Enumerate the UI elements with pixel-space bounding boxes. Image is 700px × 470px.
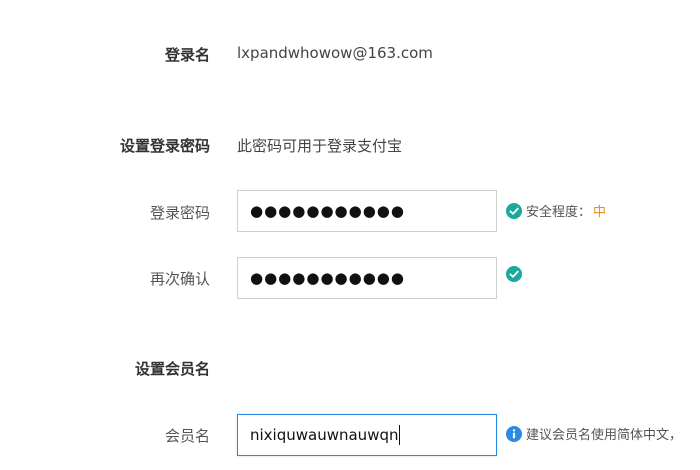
confirm-password-masked-value: ●●●●●●●●●●● — [250, 269, 405, 287]
password-input[interactable]: ●●●●●●●●●●● — [237, 190, 497, 232]
member-section-title: 设置会员名 — [134, 360, 210, 378]
confirm-password-label: 再次确认 — [149, 270, 210, 288]
login-name-label: 登录名 — [164, 46, 210, 64]
confirm-password-input[interactable]: ●●●●●●●●●●● — [237, 257, 497, 299]
info-icon — [506, 425, 522, 442]
member-name-input[interactable]: nixiquwauwnauwqn — [237, 414, 497, 456]
member-name-value: nixiquwauwnauwqn — [250, 426, 399, 444]
member-name-label: 会员名 — [164, 427, 210, 445]
member-name-hint: 建议会员名使用简体中文， — [506, 424, 682, 443]
password-masked-value: ●●●●●●●●●●● — [250, 202, 405, 220]
password-strength-hint: 安全程度： 中 — [506, 201, 606, 220]
security-level: 中 — [593, 205, 607, 220]
text-caret — [399, 425, 401, 445]
password-section-description: 此密码可用于登录支付宝 — [237, 137, 403, 155]
check-circle-icon — [506, 202, 522, 219]
security-label: 安全程度： — [526, 205, 592, 220]
confirm-password-status — [506, 266, 526, 282]
login-name-value: lxpandwhowow@163.com — [237, 44, 433, 62]
password-label: 登录密码 — [149, 204, 210, 222]
member-name-hint-text: 建议会员名使用简体中文， — [526, 428, 683, 443]
password-section-title: 设置登录密码 — [119, 137, 210, 155]
check-circle-icon — [506, 266, 522, 282]
